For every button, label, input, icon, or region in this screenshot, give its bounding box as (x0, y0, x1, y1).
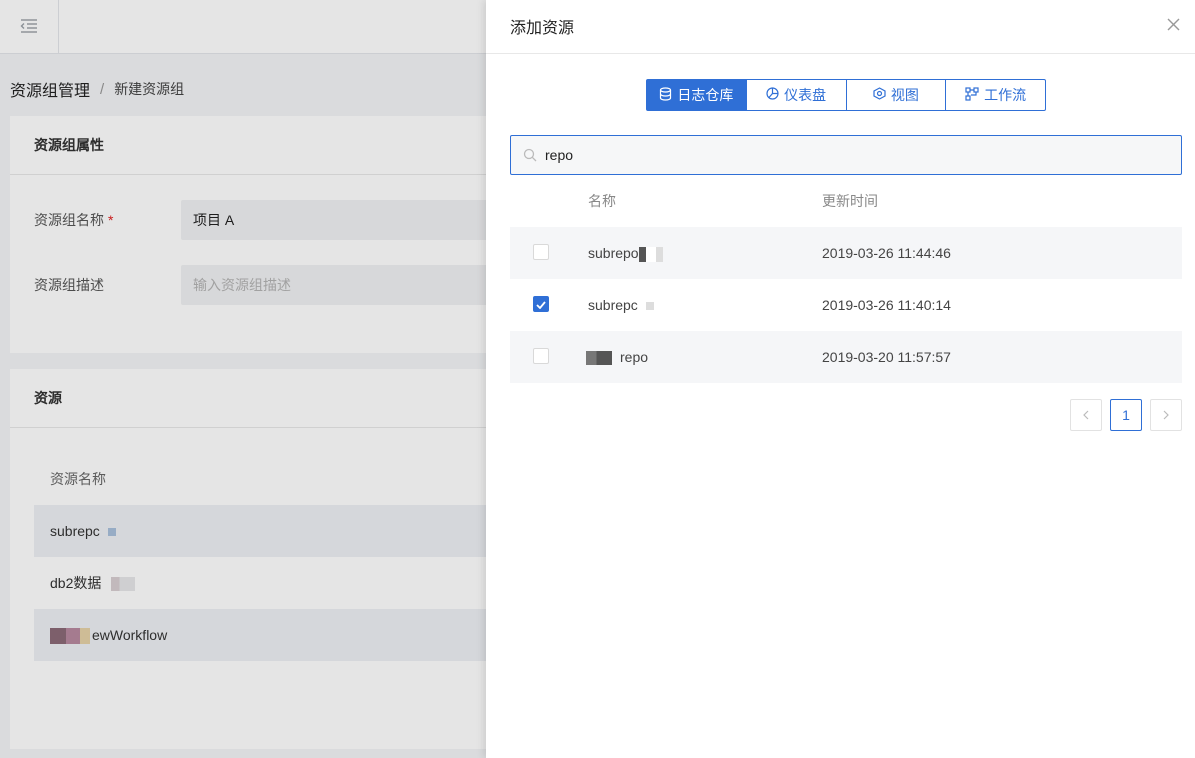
row-updated-time: 2019-03-26 11:40:14 (822, 297, 951, 313)
table-row[interactable]: subrepo 2019-03-26 11:44:46 (510, 227, 1182, 279)
pagination-next-button[interactable] (1150, 399, 1182, 431)
dashboard-icon (766, 87, 784, 103)
close-button[interactable] (1161, 14, 1185, 38)
row-checkbox-checked[interactable] (533, 296, 549, 312)
tab-workflow[interactable]: 工作流 (945, 80, 1045, 110)
row-updated-time: 2019-03-26 11:44:46 (822, 245, 951, 261)
tab-view[interactable]: 视图 (845, 80, 946, 110)
redacted-mark (586, 351, 612, 366)
row-name: subrepc (588, 279, 654, 331)
table-row[interactable]: repo 2019-03-20 11:57:57 (510, 331, 1182, 383)
chevron-left-icon (1082, 407, 1090, 423)
table-row[interactable]: subrepc 2019-03-26 11:40:14 (510, 279, 1182, 331)
drawer-title: 添加资源 (510, 20, 575, 37)
search-input[interactable] (545, 137, 1145, 173)
row-name: subrepo (588, 227, 663, 279)
drawer-header: 添加资源 (486, 0, 1195, 54)
row-updated-time: 2019-03-20 11:57:57 (822, 349, 951, 365)
pagination-page-current[interactable]: 1 (1110, 399, 1142, 431)
redacted-mark (638, 246, 663, 262)
row-checkbox[interactable] (533, 348, 549, 364)
search-box (510, 135, 1182, 175)
column-header-name: 名称 (588, 193, 616, 209)
column-header-updated-time: 更新时间 (822, 193, 878, 209)
workflow-icon (965, 86, 984, 104)
modal-overlay[interactable] (0, 0, 486, 758)
close-icon (1167, 18, 1180, 34)
search-icon (523, 148, 537, 162)
tab-log-repository[interactable]: 日志仓库 (647, 80, 746, 110)
resource-type-tabs: 日志仓库 仪表盘 视图 工作流 (646, 79, 1046, 111)
chevron-right-icon (1162, 407, 1170, 423)
pagination-prev-button[interactable] (1070, 399, 1102, 431)
redacted-mark (645, 302, 654, 311)
tab-dashboard[interactable]: 仪表盘 (745, 80, 846, 110)
row-checkbox[interactable] (533, 244, 549, 260)
row-name: repo (586, 331, 648, 383)
database-icon (659, 86, 677, 104)
checkmark-icon (536, 296, 546, 312)
add-resource-drawer: 添加资源 日志仓库 仪表盘 视图 工作流 名称 更新时间 (486, 0, 1195, 758)
view-icon (873, 87, 891, 103)
